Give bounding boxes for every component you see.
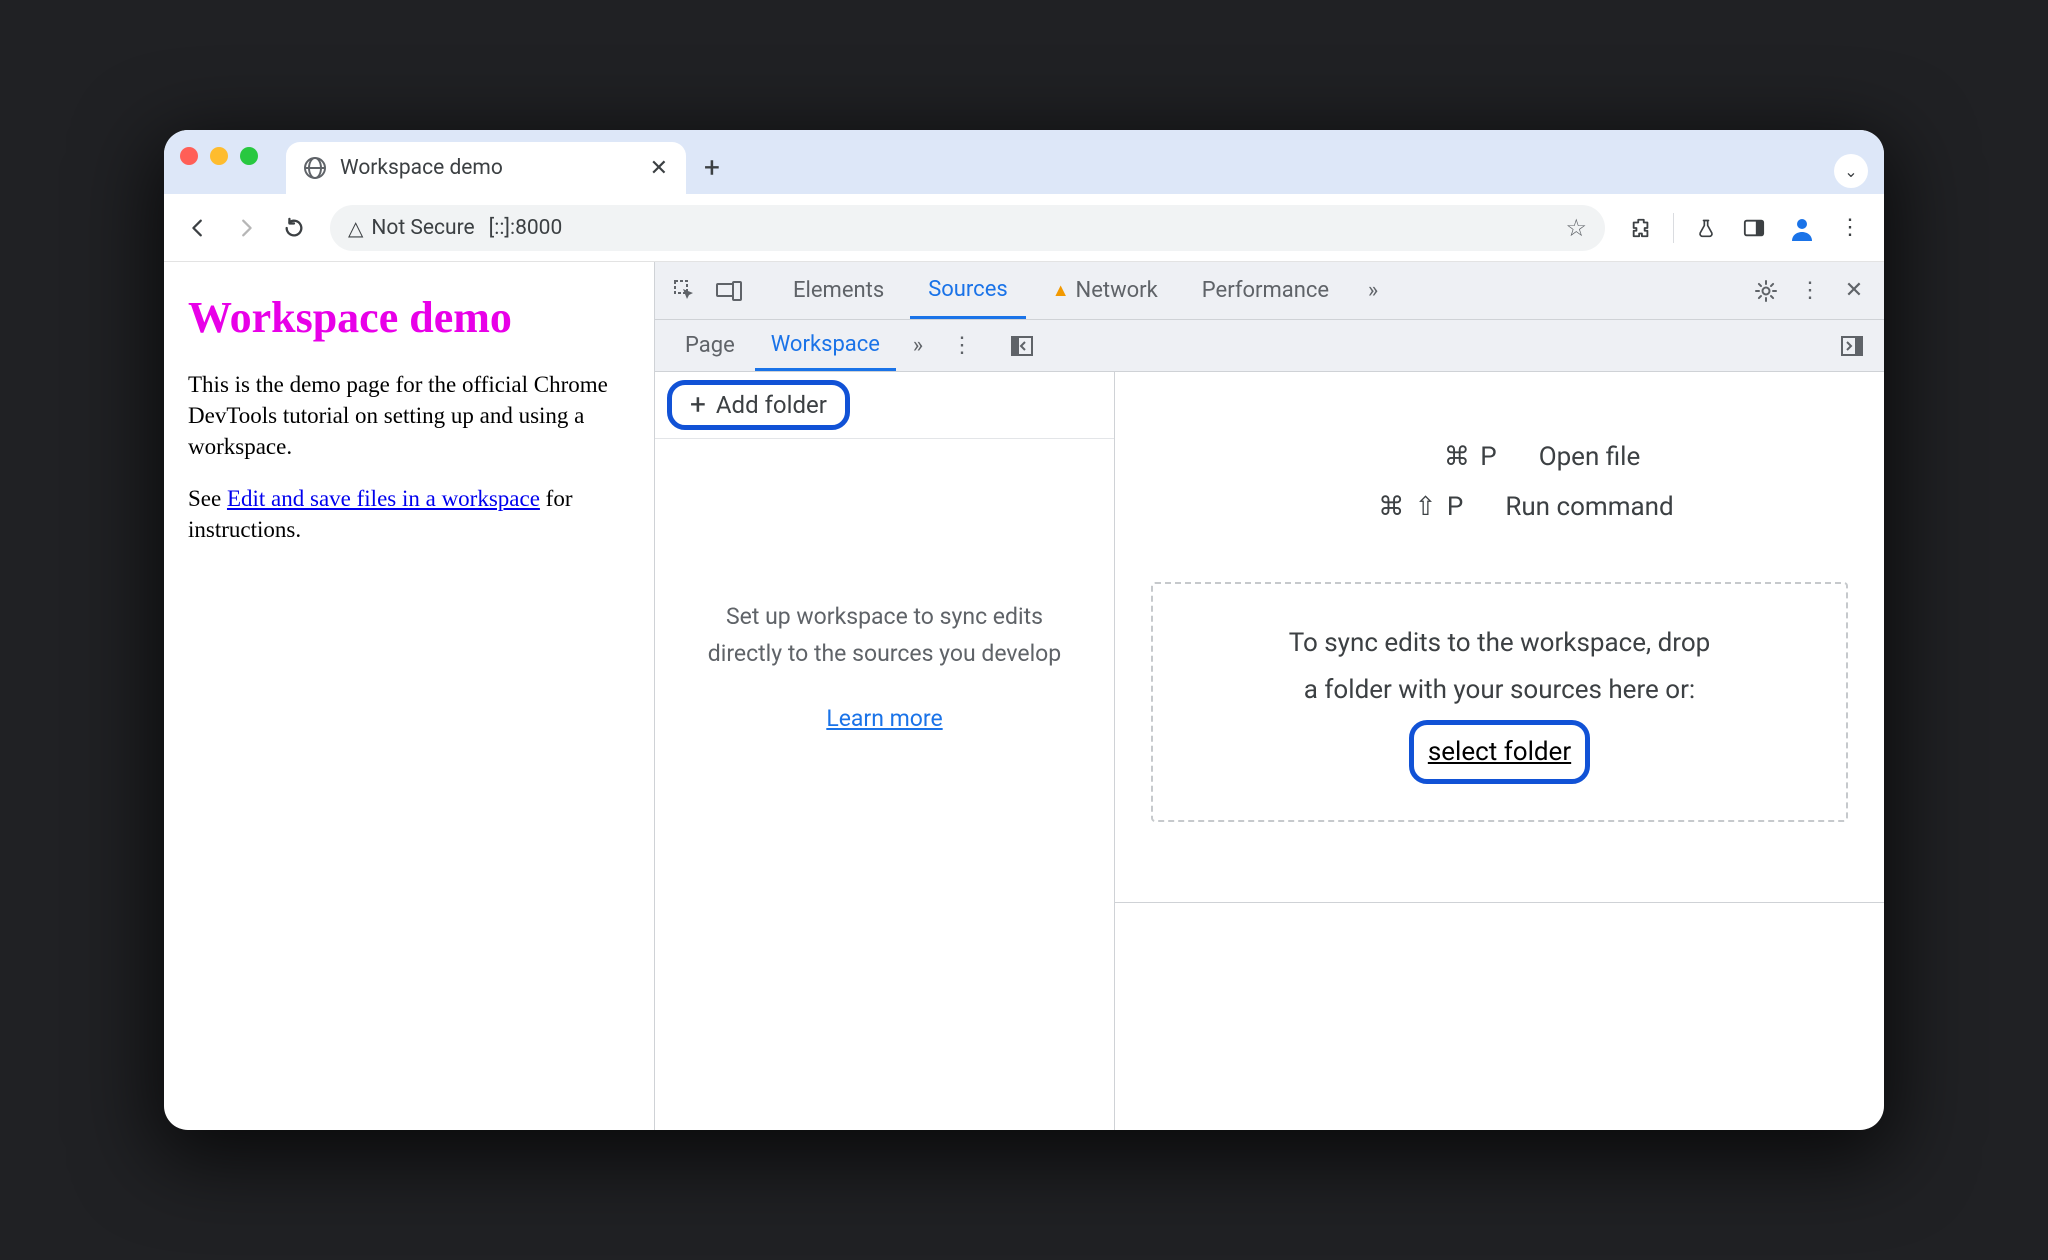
- close-devtools-icon[interactable]: ✕: [1836, 273, 1872, 309]
- minimize-window-icon[interactable]: [210, 147, 228, 165]
- url-text: [::]:8000: [489, 216, 563, 240]
- more-subtabs-icon[interactable]: »: [900, 328, 936, 364]
- toggle-debugger-icon[interactable]: [1834, 328, 1870, 364]
- warning-triangle-icon: △: [348, 216, 363, 240]
- devtools-menu-icon[interactable]: ⋮: [1792, 273, 1828, 309]
- tabs-dropdown-button[interactable]: ⌄: [1834, 154, 1868, 188]
- page-heading: Workspace demo: [188, 288, 630, 347]
- plus-icon: +: [690, 391, 706, 419]
- page-paragraph-1: This is the demo page for the official C…: [188, 369, 630, 462]
- inspect-element-icon[interactable]: [667, 273, 703, 309]
- close-tab-icon[interactable]: ✕: [650, 156, 668, 181]
- side-panel-icon[interactable]: [1734, 208, 1774, 248]
- tab-network-label: Network: [1076, 278, 1158, 303]
- dropzone-line2: a folder with your sources here or:: [1183, 667, 1816, 714]
- chrome-menu-icon[interactable]: ⋮: [1830, 208, 1870, 248]
- workspace-help-message: Set up workspace to sync edits directly …: [695, 599, 1074, 673]
- subtab-page-label: Page: [685, 333, 735, 358]
- editor-pane: ⌘ P Open file ⌘ ⇧ P Run command To sync …: [1115, 372, 1884, 1130]
- tutorial-link[interactable]: Edit and save files in a workspace: [227, 486, 540, 511]
- tab-elements[interactable]: Elements: [775, 262, 902, 319]
- editor-bottom-divider: [1115, 902, 1884, 903]
- warning-icon: ▲: [1052, 280, 1070, 301]
- page-paragraph-2: See Edit and save files in a workspace f…: [188, 483, 630, 545]
- run-command-keys: ⌘ ⇧ P: [1325, 492, 1465, 522]
- sources-subtabs: Page Workspace » ⋮: [655, 320, 1884, 372]
- browser-window: Workspace demo ✕ + ⌄ △ Not Secure [::]:8…: [164, 130, 1884, 1130]
- tab-network[interactable]: ▲ Network: [1034, 262, 1176, 319]
- shortcut-open-file: ⌘ P Open file: [1359, 442, 1641, 472]
- subtabs-menu-icon[interactable]: ⋮: [944, 328, 980, 364]
- toolbar-divider: [1673, 213, 1674, 243]
- tab-sources[interactable]: Sources: [910, 262, 1026, 319]
- globe-icon: [304, 157, 326, 179]
- see-prefix: See: [188, 486, 227, 511]
- security-badge[interactable]: △ Not Secure: [348, 216, 475, 240]
- omnibox[interactable]: △ Not Secure [::]:8000 ☆: [330, 205, 1605, 251]
- tab-performance-label: Performance: [1202, 278, 1329, 303]
- devtools-panel: Elements Sources ▲Network Performance » …: [654, 262, 1884, 1130]
- forward-button[interactable]: [226, 208, 266, 248]
- subtab-workspace-label: Workspace: [771, 332, 880, 357]
- more-tabs-icon[interactable]: »: [1355, 273, 1391, 309]
- run-command-label: Run command: [1505, 492, 1673, 522]
- back-button[interactable]: [178, 208, 218, 248]
- settings-gear-icon[interactable]: [1748, 273, 1784, 309]
- tab-performance[interactable]: Performance: [1184, 262, 1347, 319]
- new-tab-button[interactable]: +: [704, 151, 720, 194]
- rendered-page: Workspace demo This is the demo page for…: [164, 262, 654, 1130]
- window-controls: [180, 130, 258, 194]
- shortcut-run-command: ⌘ ⇧ P Run command: [1325, 492, 1673, 522]
- labs-icon[interactable]: [1686, 208, 1726, 248]
- profile-avatar[interactable]: [1782, 208, 1822, 248]
- add-folder-row: + Add folder: [655, 372, 1114, 439]
- select-folder-button[interactable]: select folder: [1409, 720, 1590, 785]
- device-toolbar-icon[interactable]: [711, 273, 747, 309]
- shortcut-hints: ⌘ P Open file ⌘ ⇧ P Run command: [1115, 372, 1884, 562]
- address-bar: △ Not Secure [::]:8000 ☆ ⋮: [164, 194, 1884, 262]
- titlebar: Workspace demo ✕ + ⌄: [164, 130, 1884, 194]
- dropzone-line1: To sync edits to the workspace, drop: [1183, 620, 1816, 667]
- sources-panels: + Add folder Set up workspace to sync ed…: [655, 372, 1884, 1130]
- tab-sources-label: Sources: [928, 277, 1008, 302]
- workspace-help-text: Set up workspace to sync edits directly …: [655, 439, 1114, 1130]
- devtools-main-tabs: Elements Sources ▲Network Performance » …: [655, 262, 1884, 320]
- learn-more-link[interactable]: Learn more: [826, 701, 942, 738]
- close-window-icon[interactable]: [180, 147, 198, 165]
- workspace-navigator: + Add folder Set up workspace to sync ed…: [655, 372, 1115, 1130]
- reload-button[interactable]: [274, 208, 314, 248]
- extensions-icon[interactable]: [1621, 208, 1661, 248]
- security-label: Not Secure: [371, 216, 474, 240]
- workspace-dropzone[interactable]: To sync edits to the workspace, drop a f…: [1151, 582, 1848, 822]
- bookmark-star-icon[interactable]: ☆: [1565, 214, 1587, 242]
- maximize-window-icon[interactable]: [240, 147, 258, 165]
- browser-tab[interactable]: Workspace demo ✕: [286, 142, 686, 194]
- toggle-navigator-icon[interactable]: [1004, 328, 1040, 364]
- content-split: Workspace demo This is the demo page for…: [164, 262, 1884, 1130]
- add-folder-label: Add folder: [716, 391, 827, 419]
- add-folder-button[interactable]: + Add folder: [667, 380, 850, 430]
- subtab-page[interactable]: Page: [669, 320, 751, 371]
- open-file-keys: ⌘ P: [1359, 442, 1499, 472]
- open-file-label: Open file: [1539, 442, 1641, 472]
- tab-elements-label: Elements: [793, 278, 884, 303]
- tab-title: Workspace demo: [340, 156, 503, 180]
- subtab-workspace[interactable]: Workspace: [755, 320, 896, 371]
